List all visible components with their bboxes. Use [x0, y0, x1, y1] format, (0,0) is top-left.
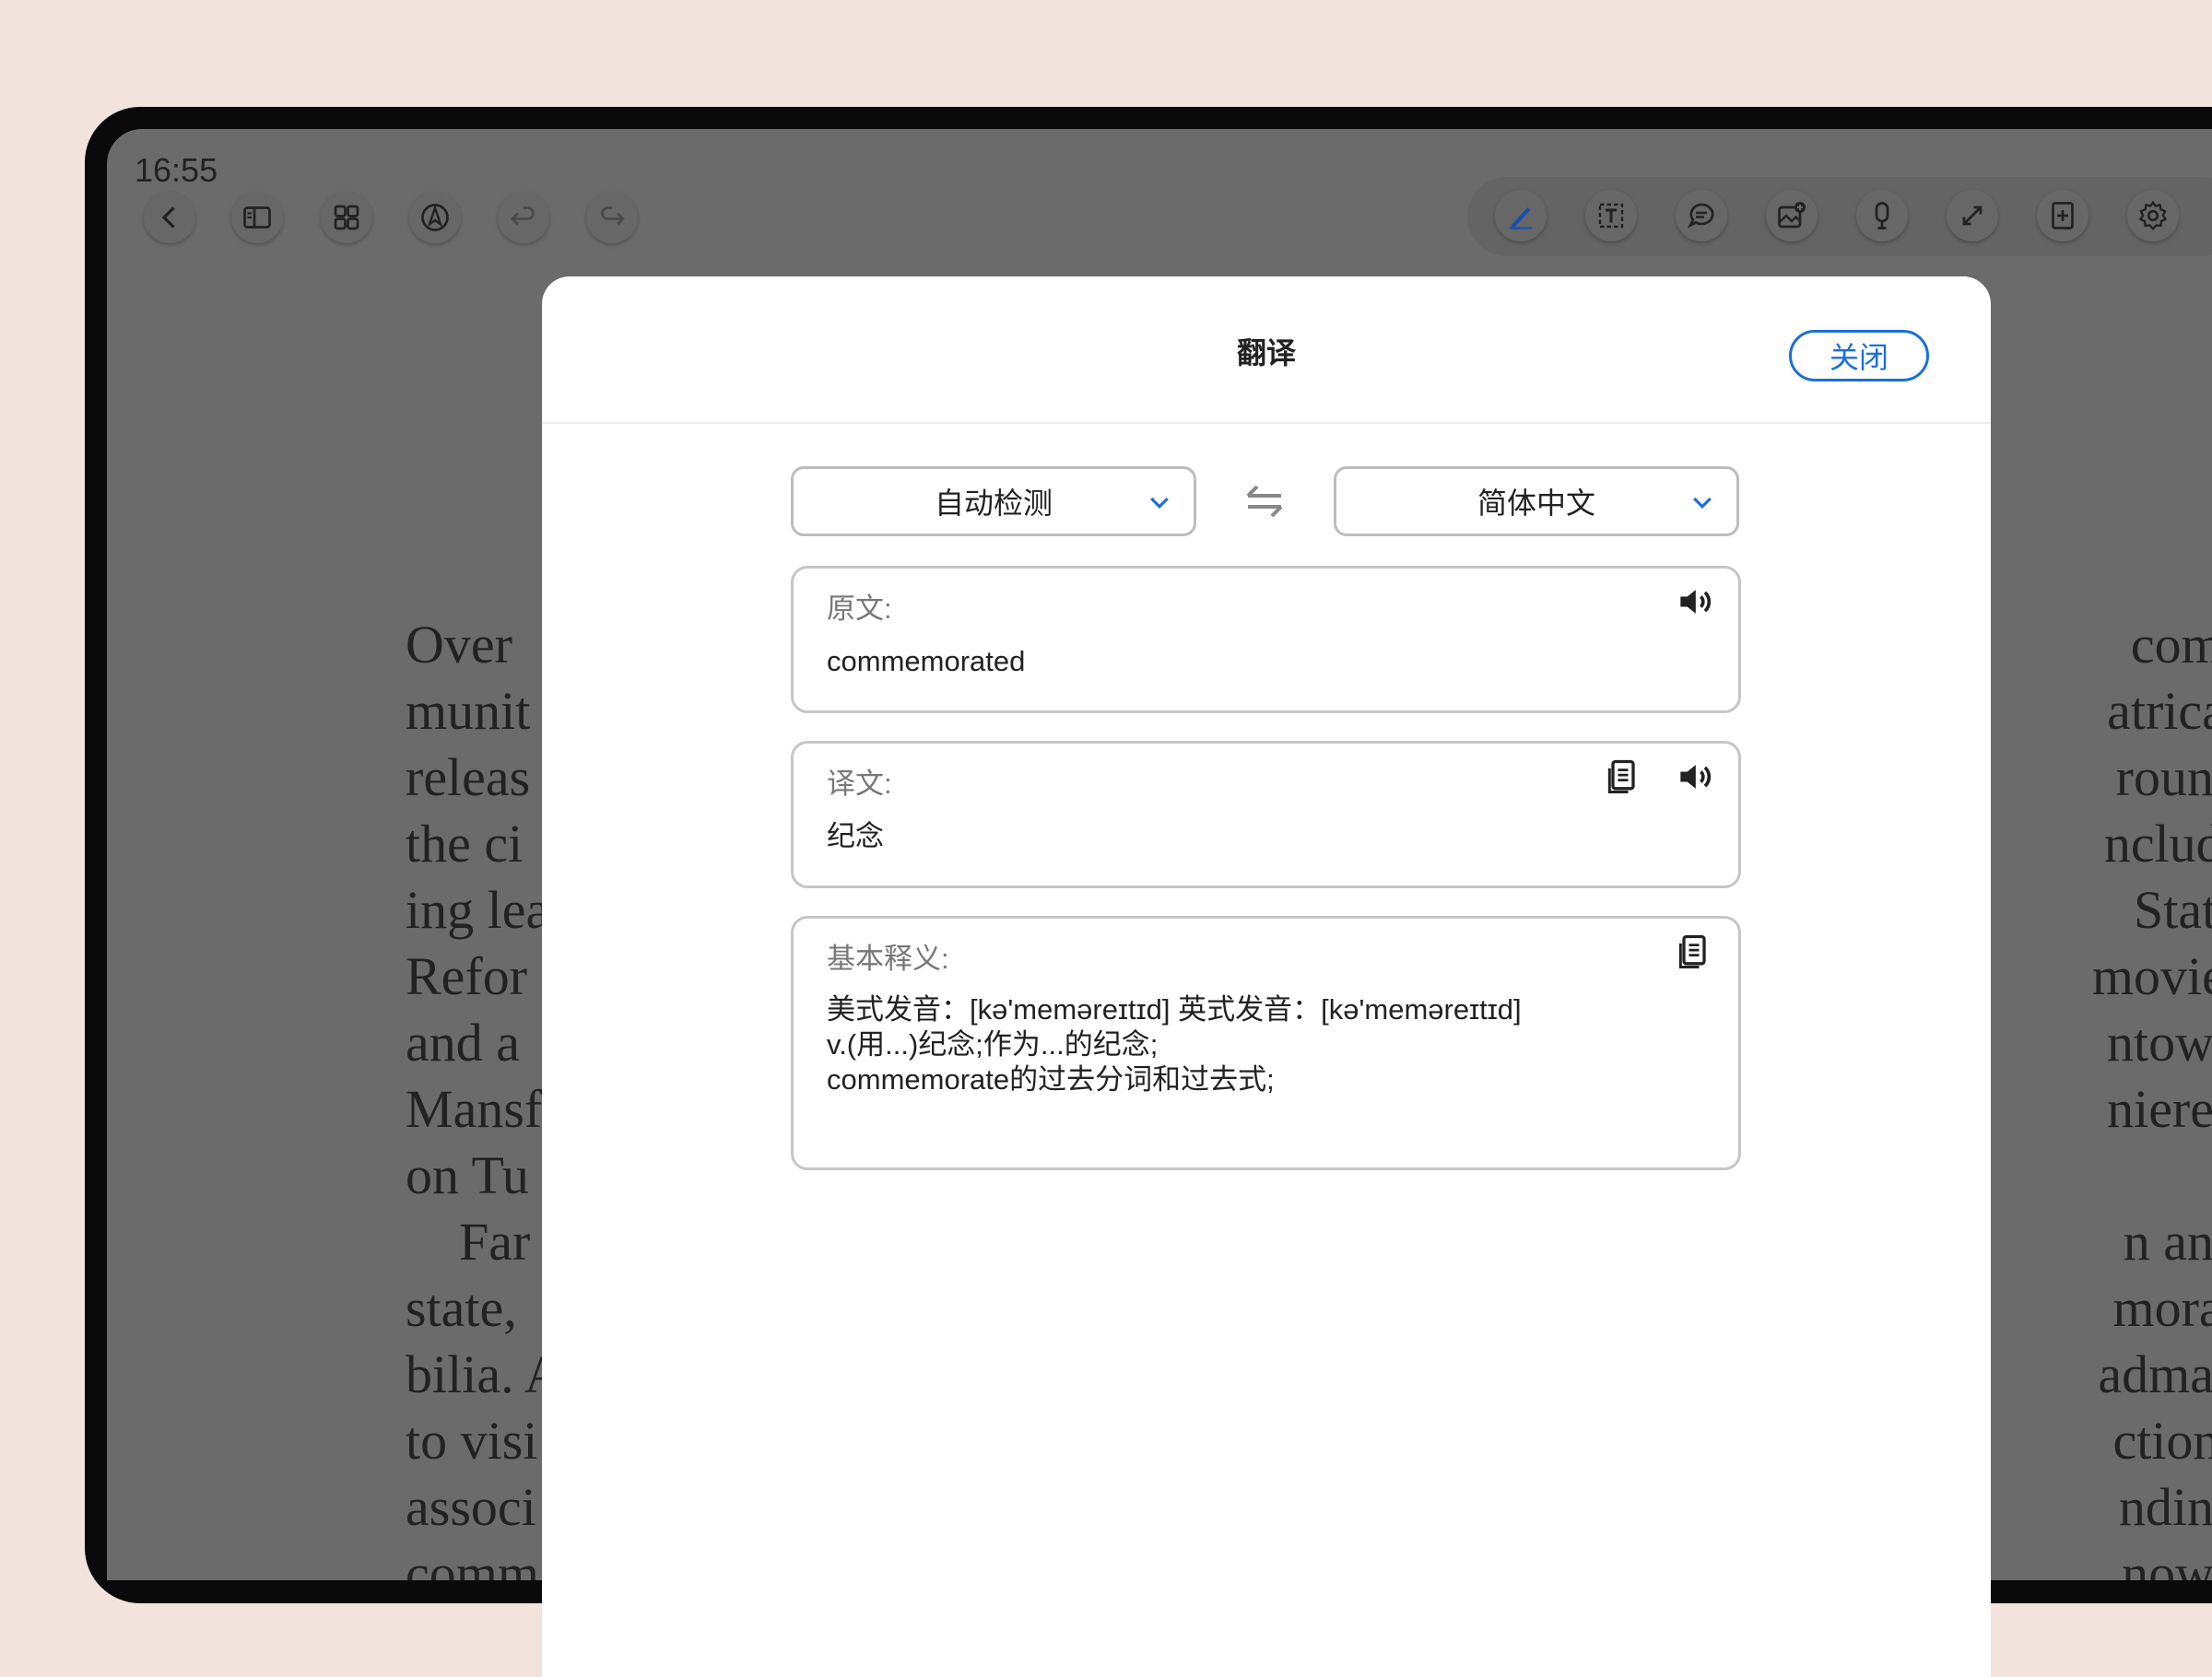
definition-label: 基本释义: — [827, 943, 949, 975]
document-text-left: Over munit releas the ci ing lea Refor a… — [406, 615, 563, 1580]
dialog-title: 翻译 — [1236, 336, 1296, 369]
close-button[interactable]: 关闭 — [1789, 330, 1929, 381]
chevron-down-icon — [1693, 497, 1712, 509]
fullscreen-button[interactable] — [1947, 190, 1998, 241]
image-add-icon — [1778, 202, 1806, 229]
sidebar-toggle-button[interactable] — [231, 192, 283, 243]
target-language-value: 简体中文 — [1477, 487, 1595, 520]
source-label: 原文: — [827, 592, 892, 625]
add-page-button[interactable] — [2037, 190, 2088, 241]
redo-button[interactable] — [586, 192, 638, 243]
dialog-divider — [542, 422, 1991, 424]
source-text: commemorated — [827, 645, 1026, 677]
definition-text: 美式发音：[kə'meməreɪtɪd] 英式发音：[kə'meməreɪtɪd… — [827, 993, 1522, 1096]
source-language-value: 自动检测 — [934, 487, 1053, 520]
undo-button[interactable] — [498, 192, 549, 243]
gear-icon — [2138, 200, 2168, 231]
pen-tool-button[interactable] — [1495, 190, 1547, 241]
undo-icon — [511, 206, 535, 226]
settings-button[interactable] — [2127, 190, 2179, 241]
chevron-down-icon — [1150, 497, 1169, 509]
pen-mode-button[interactable] — [409, 192, 461, 243]
text-box-button[interactable] — [1585, 190, 1637, 241]
translation-label: 译文: — [827, 768, 892, 800]
sidebar-icon — [243, 206, 271, 229]
redo-icon — [601, 206, 625, 226]
translation-text: 纪念 — [827, 820, 884, 852]
definition-panel: 基本释义: 美式发音：[kə'meməreɪtɪd] 英式发音：[kə'memə… — [791, 916, 1741, 1170]
microphone-icon — [1875, 202, 1889, 229]
pen-icon — [1510, 207, 1532, 229]
source-text-panel: 原文: commemorated — [791, 566, 1741, 713]
target-language-select[interactable]: 简体中文 — [1334, 466, 1739, 536]
translation-panel: 译文: 纪念 — [791, 741, 1741, 888]
expand-icon — [1962, 205, 1983, 226]
swap-languages-icon[interactable] — [1242, 481, 1287, 522]
grid-view-button[interactable] — [321, 192, 372, 243]
status-time: 16:55 — [135, 151, 218, 189]
speaker-icon[interactable] — [1674, 756, 1714, 797]
copy-icon[interactable] — [1674, 932, 1714, 972]
comment-icon — [1687, 203, 1714, 229]
source-language-select[interactable]: 自动检测 — [791, 466, 1196, 536]
speaker-icon[interactable] — [1674, 581, 1714, 622]
copy-icon[interactable] — [1603, 756, 1643, 797]
insert-image-button[interactable] — [1766, 190, 1818, 241]
annotation-toolbar — [1467, 177, 2212, 256]
grid-icon — [334, 205, 359, 230]
voice-button[interactable] — [1856, 190, 1908, 241]
text-box-icon — [1598, 203, 1624, 229]
back-icon — [161, 206, 175, 229]
add-page-icon — [2052, 202, 2074, 229]
back-button[interactable] — [144, 192, 195, 243]
comment-button[interactable] — [1676, 190, 1727, 241]
pen-nib-icon — [421, 204, 449, 231]
translate-dialog: 翻译 关闭 自动检测 简体中文 原文: commemorated 译文: 纪念 … — [542, 276, 1991, 1677]
